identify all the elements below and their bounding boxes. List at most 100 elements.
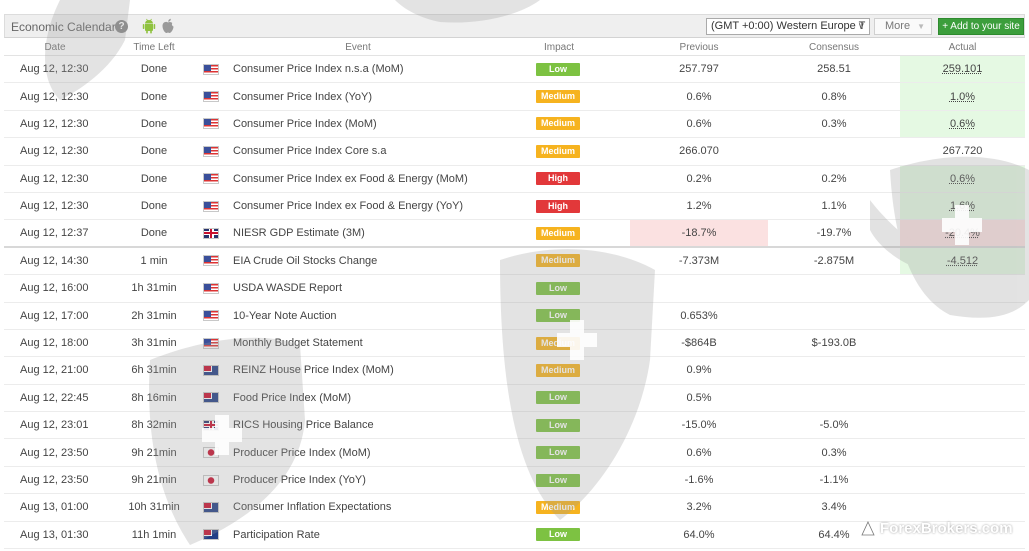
row-impact: Low: [536, 439, 580, 465]
row-impact: Low: [536, 522, 580, 548]
row-event[interactable]: Consumer Price Index n.s.a (MoM): [233, 56, 533, 82]
row-actual: [900, 439, 1025, 465]
row-actual: 259.101: [900, 56, 1025, 83]
row-event[interactable]: Consumer Price Index Core s.a: [233, 138, 533, 164]
actual-value: 0.6%: [949, 117, 976, 130]
row-date: Aug 12, 23:50: [20, 474, 89, 487]
row-event[interactable]: Producer Price Index (YoY): [233, 467, 533, 493]
row-event[interactable]: Consumer Price Index (MoM): [233, 111, 533, 137]
row-consensus: 1.1%: [821, 200, 847, 213]
table-row[interactable]: Aug 12, 12:30 Done Consumer Price Index ex…: [4, 165, 1025, 193]
table-row[interactable]: Aug 12, 21:00 6h 31min REINZ House Price I…: [4, 357, 1025, 385]
table-row[interactable]: Aug 12, 12:30 Done Consumer Price Index ex…: [4, 192, 1025, 221]
row-time-left: Done: [140, 63, 168, 76]
us-flag-icon: [200, 166, 222, 192]
row-impact: High: [536, 166, 580, 192]
row-event[interactable]: NIESR GDP Estimate (3M): [233, 220, 533, 245]
row-previous: 0.9%: [686, 364, 712, 377]
table-row[interactable]: Aug 12, 12:30 Done Consumer Price Index (M…: [4, 110, 1025, 139]
row-previous: [630, 275, 768, 301]
table-row[interactable]: Aug 12, 18:00 3h 31min Monthly Budget Stat…: [4, 330, 1025, 358]
impact-badge: Medium: [536, 254, 580, 268]
apple-icon[interactable]: [161, 18, 175, 34]
android-icon[interactable]: [142, 18, 156, 34]
impact-badge: Low: [536, 309, 580, 323]
row-event[interactable]: EIA Crude Oil Stocks Change: [233, 248, 533, 274]
table-row[interactable]: Aug 12, 23:50 9h 21min Producer Price Inde…: [4, 439, 1025, 467]
row-event[interactable]: USDA WASDE Report: [233, 275, 533, 301]
column-actual: Actual: [948, 42, 977, 53]
help-icon[interactable]: ?: [115, 20, 128, 33]
row-event[interactable]: REINZ House Price Index (MoM): [233, 357, 533, 383]
row-impact: Medium: [536, 83, 580, 109]
row-consensus: -2.875M: [813, 254, 855, 267]
row-impact: Medium: [536, 357, 580, 383]
impact-badge: Low: [536, 473, 580, 487]
row-event[interactable]: Producer Price Index (MoM): [233, 439, 533, 465]
row-event[interactable]: RICS Housing Price Balance: [233, 412, 533, 438]
row-time-left: Done: [140, 227, 168, 240]
row-actual: [900, 275, 1025, 301]
table-row[interactable]: Aug 12, 12:37 Done NIESR GDP Estimate (3M)…: [4, 220, 1025, 248]
row-time-left: Done: [140, 90, 168, 103]
table-row[interactable]: Aug 12, 17:00 2h 31min 10-Year Note Auctio…: [4, 303, 1025, 330]
impact-badge: Low: [536, 418, 580, 432]
row-actual: [900, 412, 1025, 438]
row-actual: 0.6%: [900, 165, 1025, 192]
row-consensus: -19.7%: [816, 227, 852, 240]
row-consensus: [768, 385, 900, 411]
impact-badge: Low: [536, 446, 580, 460]
calendar-table: Date Time Left Event Impact Previous Con…: [4, 38, 1025, 550]
row-consensus: 0.3%: [821, 117, 847, 130]
row-date: Aug 12, 21:00: [20, 364, 89, 377]
row-event[interactable]: Consumer Inflation Expectations: [233, 494, 533, 520]
row-time-left: 10h 31min: [128, 501, 180, 514]
row-previous: 0.5%: [686, 391, 712, 404]
table-row[interactable]: Aug 12, 22:45 8h 16min Food Price Index (M…: [4, 385, 1025, 413]
column-previous: Previous: [679, 42, 719, 53]
row-event[interactable]: Food Price Index (MoM): [233, 385, 533, 411]
row-time-left: 1 min: [140, 254, 168, 267]
row-actual: [900, 303, 1025, 329]
table-row[interactable]: Aug 12, 16:00 1h 31min USDA WASDE Report Lo…: [4, 275, 1025, 303]
table-row[interactable]: Aug 12, 14:30 1 min EIA Crude Oil Stocks C…: [4, 247, 1025, 276]
impact-badge: Medium: [536, 144, 580, 158]
add-to-site-button[interactable]: + Add to your site: [938, 18, 1024, 35]
table-row[interactable]: Aug 13, 01:00 10h 31min Consumer Inflation…: [4, 494, 1025, 522]
row-consensus: 3.4%: [821, 501, 847, 514]
au-flag-icon: [200, 522, 222, 548]
us-flag-icon: [200, 303, 222, 329]
row-event[interactable]: Consumer Price Index ex Food & Energy (Y…: [233, 193, 533, 219]
row-consensus: 0.8%: [821, 90, 847, 103]
row-consensus: $-193.0B: [811, 337, 857, 350]
row-actual: [900, 467, 1025, 493]
row-event[interactable]: Monthly Budget Statement: [233, 330, 533, 356]
row-previous: 0.6%: [686, 90, 712, 103]
actual-value: -4.512: [946, 254, 979, 267]
row-time-left: Done: [140, 145, 168, 158]
row-time-left: 6h 31min: [131, 364, 177, 377]
table-row[interactable]: Aug 12, 23:01 8h 32min RICS Housing Price …: [4, 412, 1025, 440]
row-event[interactable]: 10-Year Note Auction: [233, 303, 533, 329]
row-impact: Medium: [536, 494, 580, 520]
row-previous: 0.2%: [686, 172, 712, 185]
impact-badge: High: [536, 199, 580, 213]
row-time-left: 11h 1min: [131, 528, 177, 541]
table-row[interactable]: Aug 12, 12:30 Done Consumer Price Index (Y…: [4, 83, 1025, 111]
table-row[interactable]: Aug 12, 12:30 Done Consumer Price Index n.…: [4, 56, 1025, 84]
row-event[interactable]: Participation Rate: [233, 522, 533, 548]
table-row[interactable]: Aug 12, 12:30 Done Consumer Price Index Co…: [4, 138, 1025, 166]
table-row[interactable]: Aug 12, 23:50 9h 21min Producer Price Inde…: [4, 467, 1025, 495]
timezone-select[interactable]: (GMT +0:00) Western Europe T ∨: [706, 18, 870, 35]
us-flag-icon: [200, 83, 222, 109]
row-event[interactable]: Consumer Price Index (YoY): [233, 83, 533, 109]
row-consensus: [768, 357, 900, 383]
row-previous: 0.6%: [686, 446, 712, 459]
column-impact: Impact: [543, 42, 574, 53]
row-previous: 64.0%: [683, 528, 715, 541]
row-event[interactable]: Consumer Price Index ex Food & Energy (M…: [233, 166, 533, 192]
row-actual: 1.6%: [900, 192, 1025, 220]
more-button[interactable]: More ▼: [874, 18, 932, 35]
jp-flag-icon: [200, 439, 222, 465]
us-flag-icon: [200, 330, 222, 356]
